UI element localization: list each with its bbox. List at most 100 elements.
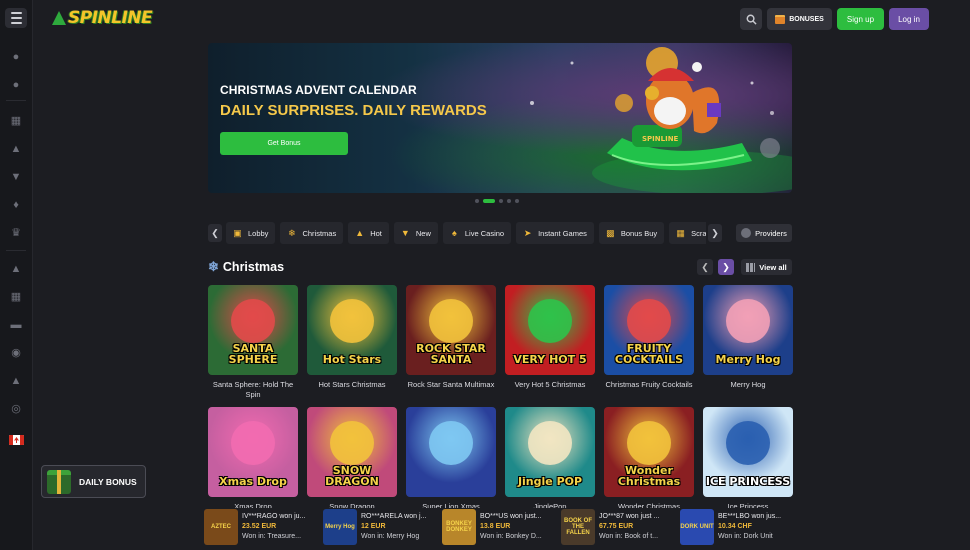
user-icon[interactable]: ● [9,50,23,64]
user-add-icon[interactable]: ● [9,78,23,92]
categories-prev-button[interactable]: ❮ [208,224,222,242]
winner-user: BE***LBO won jus... [718,513,782,520]
game-logo-text: Hot Stars [322,353,382,366]
tab-hot[interactable]: ▲ Hot [348,222,389,244]
winner-user: BO***US won just... [480,513,542,520]
game-thumbnail[interactable]: SNOW DRAGON [307,407,397,497]
categories-next-button[interactable]: ❯ [708,224,722,242]
casino-icon[interactable]: ▲ [9,142,23,156]
live-icon[interactable]: ◉ [9,346,23,360]
game-thumbnail[interactable]: SANTA SPHERE [208,285,298,375]
chevron-left-icon: ❮ [211,227,219,238]
game-thumbnail[interactable]: Hot Stars [307,285,397,375]
bonuses-button[interactable]: BONUSES [767,8,832,30]
tab-new[interactable]: ▼ New [393,222,438,244]
christmas-tree-icon[interactable]: ▲ [9,262,23,276]
game-card[interactable]: Jingle POP JinglePop [505,407,595,512]
game-card[interactable]: Xmas Drop Xmas Drop [208,407,298,512]
game-card[interactable]: ICE PRINCESS Ice Princess [703,407,793,512]
carousel-dot[interactable] [499,199,503,203]
basket-icon[interactable]: ▼ [9,170,23,184]
game-card[interactable]: VERY HOT 5 Very Hot 5 Christmas [505,285,595,390]
game-card[interactable]: Wonder Christmas Wonder Christmas [604,407,694,512]
target-icon[interactable]: ◎ [9,402,23,416]
game-title: Christmas Fruity Cocktails [605,380,693,389]
game-card[interactable]: SNOW DRAGON Snow Dragon [307,407,397,512]
calendar-icon[interactable]: ▦ [9,290,23,304]
game-title: Santa Sphere: Hold The Spin [212,380,294,399]
tab-label: Christmas [302,228,337,238]
view-all-label: View all [759,262,787,272]
game-logo-text: FRUITY COCKTAILS [614,342,684,366]
carousel-dot[interactable] [475,199,479,203]
game-thumbnail[interactable]: Wonder Christmas [604,407,694,497]
carousel-dot[interactable] [515,199,519,203]
tab-lobby[interactable]: ▣ Lobby [226,222,276,244]
game-thumbnail[interactable]: ROCK STAR SANTA [406,285,496,375]
game-art [627,299,671,343]
game-thumbnail[interactable]: ICE PRINCESS [703,407,793,497]
logo-text: SPINLINE [68,8,153,28]
bonus-buy-icon: ▩ [606,227,615,238]
search-icon [746,14,757,25]
tab-scratch[interactable]: ▦ Scratch [669,222,706,244]
tab-bonus-buy[interactable]: ▩ Bonus Buy [598,222,665,244]
get-bonus-button[interactable]: Get Bonus [220,132,348,155]
game-thumbnail[interactable]: Xmas Drop [208,407,298,497]
game-art [726,299,770,343]
winner-game-thumbnail[interactable]: AZTEC [204,509,238,545]
winner-item[interactable]: AZTEC IV***RAGO won ju... 23.52 EUR Won in:… [204,508,317,546]
winner-game-thumbnail[interactable]: Merry Hog [323,509,357,545]
game-card[interactable]: SANTA SPHERE Santa Sphere: Hold The Spin [208,285,298,400]
winner-game-thumbnail[interactable]: DORK UNIT [680,509,714,545]
game-card[interactable]: ROCK STAR SANTA Rock Star Santa Multimax [406,285,496,390]
game-thumbnail[interactable]: FRUITY COCKTAILS [604,285,694,375]
game-card[interactable]: Super Lion Xmas [406,407,496,512]
tab-christmas[interactable]: ❄ Christmas [280,222,344,244]
tab-label: Hot [370,228,382,238]
crown-icon[interactable]: ♛ [9,226,23,240]
search-button[interactable] [740,8,762,30]
winner-game-thumbnail[interactable]: BOOK OF THE FALLEN [561,509,595,545]
winner-item[interactable]: BONKEY DONKEY BO***US won just... 13.8 EUR… [442,508,555,546]
providers-button[interactable]: Providers [736,224,792,242]
site-logo[interactable]: SPINLINE [52,6,153,30]
ticket-icon[interactable]: ▬ [9,318,23,332]
tab-live-casino[interactable]: ♠ Live Casino [442,222,512,244]
section-prev-button[interactable]: ❮ [697,259,713,275]
tab-instant-games[interactable]: ➤ Instant Games [516,222,594,244]
game-thumbnail[interactable] [406,407,496,497]
game-art [528,421,572,465]
canada-flag-icon[interactable] [9,435,24,445]
winner-item[interactable]: BOOK OF THE FALLEN JO***87 won just ... 67… [561,508,674,546]
view-all-button[interactable]: View all [741,259,792,275]
winner-game-thumbnail[interactable]: BONKEY DONKEY [442,509,476,545]
santa-hat-icon [52,11,66,25]
game-card[interactable]: Merry Hog Merry Hog [703,285,793,390]
game-card[interactable]: Hot Stars Hot Stars Christmas [307,285,397,390]
daily-bonus-label: DAILY BONUS [79,476,137,487]
crown-badge-icon[interactable]: ♦ [9,198,23,212]
tab-label: New [415,228,431,238]
game-title: Hot Stars Christmas [318,380,386,389]
winner-item[interactable]: Merry Hog RO***ARELA won j... 12 EUR Won in… [323,508,436,546]
carousel-dot[interactable] [507,199,511,203]
game-logo-text: SNOW DRAGON [325,464,379,488]
winner-amount: 10.34 CHF [718,523,752,530]
trophy-icon[interactable]: ▲ [9,374,23,388]
sidebar: ● ● ▦ ▲ ▼ ♦ ♛ ▲ ▦ ▬ ◉ ▲ ◎ [0,0,33,550]
menu-toggle-button[interactable] [5,8,27,28]
section-next-button[interactable]: ❯ [718,259,734,275]
promo-banner[interactable]: SPINLINE CHRISTMAS ADVENT CALENDAR DAILY… [208,43,792,193]
game-card[interactable]: FRUITY COCKTAILS Christmas Fruity Cocktai… [604,285,694,390]
carousel-dot-active[interactable] [483,199,495,203]
game-thumbnail[interactable]: Jingle POP [505,407,595,497]
game-logo-text: Wonder Christmas [617,464,681,488]
daily-bonus-button[interactable]: DAILY BONUS [41,465,146,498]
slots-icon[interactable]: ▦ [9,114,23,128]
winner-item[interactable]: DORK UNIT BE***LBO won jus... 10.34 CHF Won… [680,508,792,546]
signup-button[interactable]: Sign up [837,8,884,30]
login-button[interactable]: Log in [889,8,929,30]
game-thumbnail[interactable]: VERY HOT 5 [505,285,595,375]
game-thumbnail[interactable]: Merry Hog [703,285,793,375]
